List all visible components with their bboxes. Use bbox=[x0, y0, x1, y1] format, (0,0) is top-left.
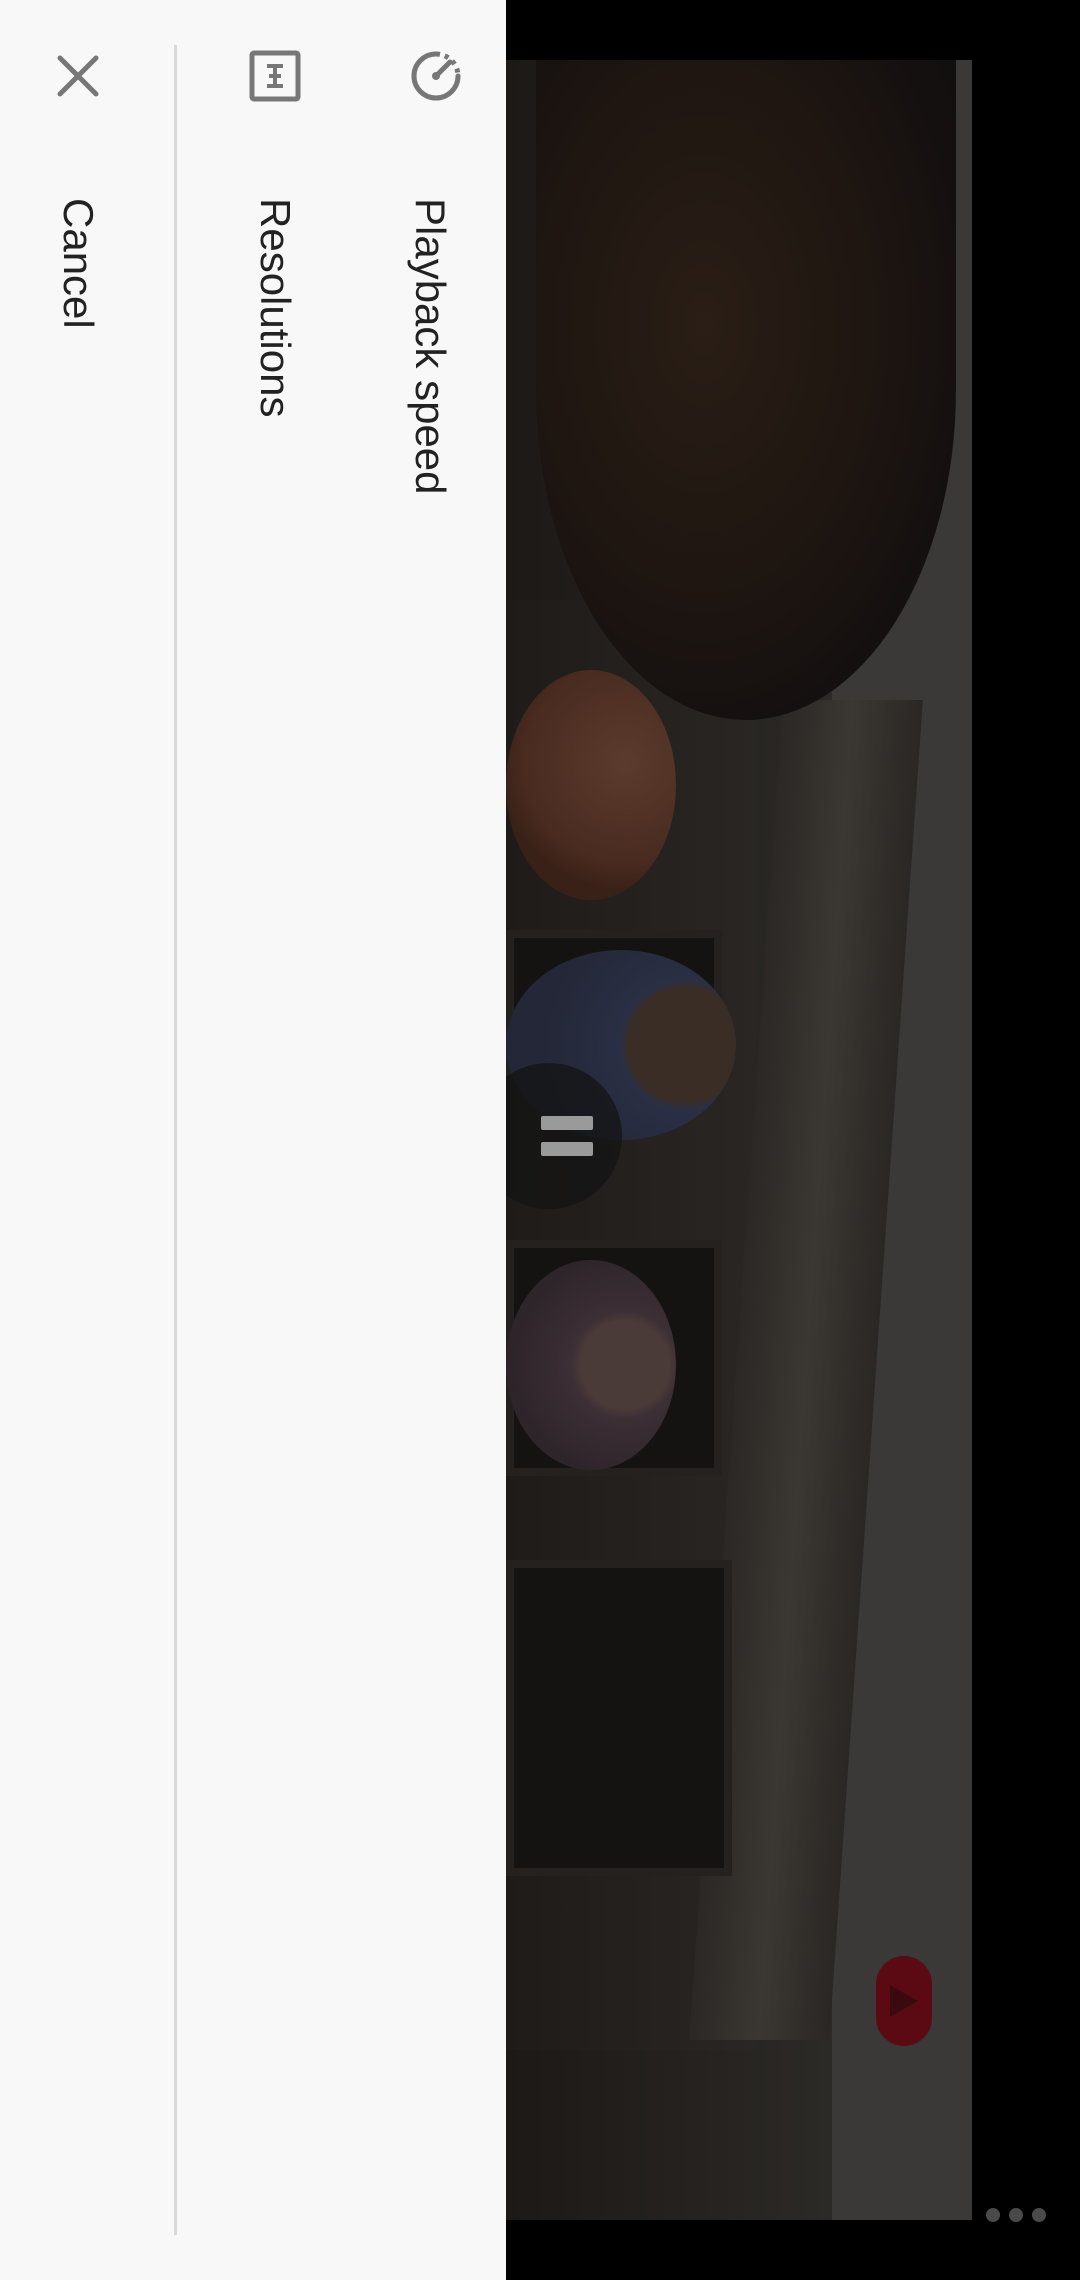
more-options-button[interactable] bbox=[986, 2200, 1046, 2230]
video-person bbox=[506, 1260, 676, 1470]
cancel-label: Cancel bbox=[55, 198, 102, 329]
screen: Playback speed Resolutions Cancel bbox=[0, 0, 1080, 2280]
playback-speed-label: Playback speed bbox=[407, 198, 454, 495]
seek-bar-thumb[interactable] bbox=[876, 1956, 932, 2046]
close-icon bbox=[57, 55, 99, 97]
video-player[interactable] bbox=[476, 0, 1080, 2280]
playback-speed-option[interactable]: Playback speed bbox=[388, 0, 506, 520]
video-foreground-head bbox=[536, 60, 956, 720]
playback-speed-icon bbox=[411, 51, 461, 101]
options-sheet: Playback speed Resolutions Cancel bbox=[0, 0, 506, 2280]
pause-icon bbox=[541, 1112, 593, 1160]
video-window bbox=[506, 1560, 732, 1876]
sheet-divider bbox=[174, 45, 177, 2235]
resolutions-label: Resolutions bbox=[252, 198, 299, 418]
cancel-option[interactable]: Cancel bbox=[20, 0, 155, 520]
play-icon bbox=[890, 1985, 918, 2017]
resolution-icon bbox=[249, 50, 301, 102]
resolutions-option[interactable]: Resolutions bbox=[214, 0, 344, 520]
video-person bbox=[506, 670, 676, 900]
more-horizontal-icon bbox=[986, 2208, 1000, 2222]
